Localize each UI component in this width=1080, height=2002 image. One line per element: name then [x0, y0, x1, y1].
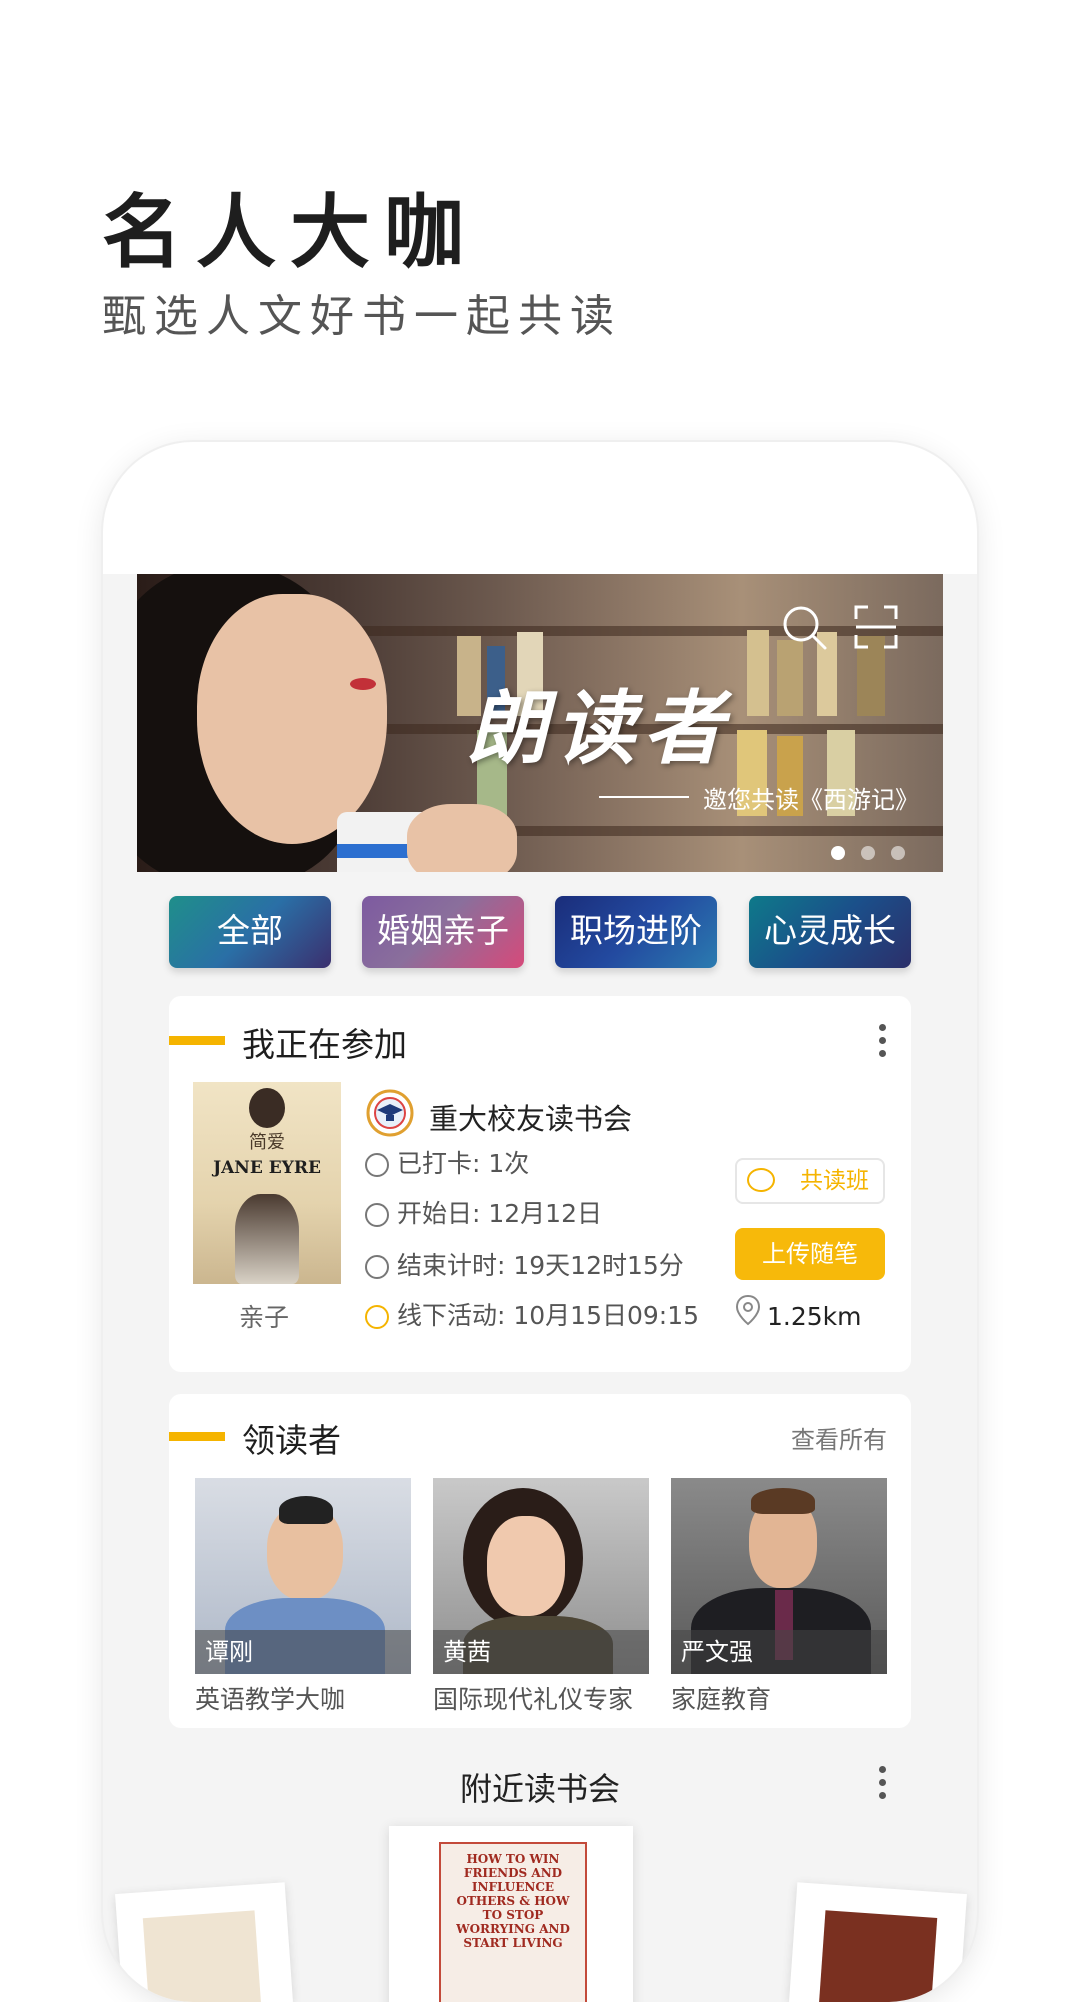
- section-title: 领读者: [242, 1421, 341, 1460]
- section-title: 我正在参加: [242, 1025, 407, 1064]
- start-row: 开始日: 12月12日: [365, 1194, 602, 1230]
- scan-icon[interactable]: [853, 604, 899, 650]
- nearby-book-center[interactable]: HOW TO WIN FRIENDS AND INFLUENCE OTHERS …: [389, 1826, 633, 2002]
- leader-role: 英语教学大咖: [195, 1685, 346, 1714]
- phone-frame: 朗读者 邀您共读《西游记》 全部 婚姻亲子 职场进阶 心灵成长 我正在参加 简爱…: [103, 442, 977, 2002]
- countdown-row: 结束计时: 19天12时15分: [365, 1246, 684, 1282]
- leader-role: 国际现代礼仪专家: [433, 1685, 634, 1714]
- view-all-link[interactable]: 查看所有: [791, 1420, 887, 1455]
- chat-icon: [747, 1168, 775, 1192]
- user-icon: [365, 1203, 389, 1227]
- leaders-card: 领读者 查看所有 谭刚 英语教学大咖 黄茜 国际现代礼仪专家 严文强 家庭教育: [169, 1394, 911, 1728]
- carousel-dot-active[interactable]: [831, 846, 845, 860]
- participating-card: 我正在参加 简爱 JANE EYRE 亲子 重大校友读书会 已打卡: 1次 开始…: [169, 996, 911, 1372]
- club-badge-icon: [366, 1089, 414, 1137]
- nearby-book-right[interactable]: [789, 1882, 967, 2002]
- book-cover[interactable]: 简爱 JANE EYRE: [193, 1082, 341, 1284]
- leader-role: 家庭教育: [671, 1685, 772, 1714]
- nearby-book-left[interactable]: [115, 1882, 293, 2002]
- distance-text: 1.25km: [767, 1302, 862, 1331]
- category-mind-growth[interactable]: 心灵成长: [749, 896, 911, 968]
- leader-card-1[interactable]: 谭刚: [195, 1478, 411, 1674]
- book-label: 亲子: [239, 1303, 290, 1332]
- carousel-dot[interactable]: [861, 846, 875, 860]
- offline-row: 线下活动: 10月15日09:15: [365, 1296, 699, 1332]
- check-icon: [365, 1153, 389, 1177]
- promo-title: 名人大咖: [102, 186, 478, 279]
- checkin-row: 已打卡: 1次: [365, 1144, 529, 1180]
- leader-card-2[interactable]: 黄茜: [433, 1478, 649, 1674]
- clock-icon: [365, 1255, 389, 1279]
- category-career[interactable]: 职场进阶: [555, 896, 717, 968]
- reading-group-button[interactable]: 共读班: [735, 1158, 885, 1204]
- club-name[interactable]: 重大校友读书会: [429, 1096, 632, 1138]
- promo-subtitle: 甄选人文好书一起共读: [102, 291, 622, 342]
- banner-heading: 朗读者: [467, 681, 731, 775]
- search-icon[interactable]: [781, 604, 827, 650]
- status-area: [103, 442, 977, 574]
- more-icon[interactable]: [879, 1024, 887, 1063]
- banner-subtitle: 邀您共读《西游记》: [703, 786, 919, 814]
- leader-card-3[interactable]: 严文强: [671, 1478, 887, 1674]
- category-marriage-family[interactable]: 婚姻亲子: [362, 896, 524, 968]
- carousel-dot[interactable]: [891, 846, 905, 860]
- bell-icon: [365, 1305, 389, 1329]
- hero-banner[interactable]: 朗读者 邀您共读《西游记》: [137, 574, 943, 872]
- upload-notes-button[interactable]: 上传随笔: [735, 1228, 885, 1280]
- leader-name: 黄茜: [433, 1630, 649, 1674]
- leader-name: 严文强: [671, 1630, 887, 1674]
- more-icon[interactable]: [879, 1766, 887, 1805]
- location-pin-icon: [735, 1294, 761, 1326]
- leader-name: 谭刚: [195, 1630, 411, 1674]
- nearby-title: 附近读书会: [459, 1770, 620, 1808]
- category-all[interactable]: 全部: [169, 896, 331, 968]
